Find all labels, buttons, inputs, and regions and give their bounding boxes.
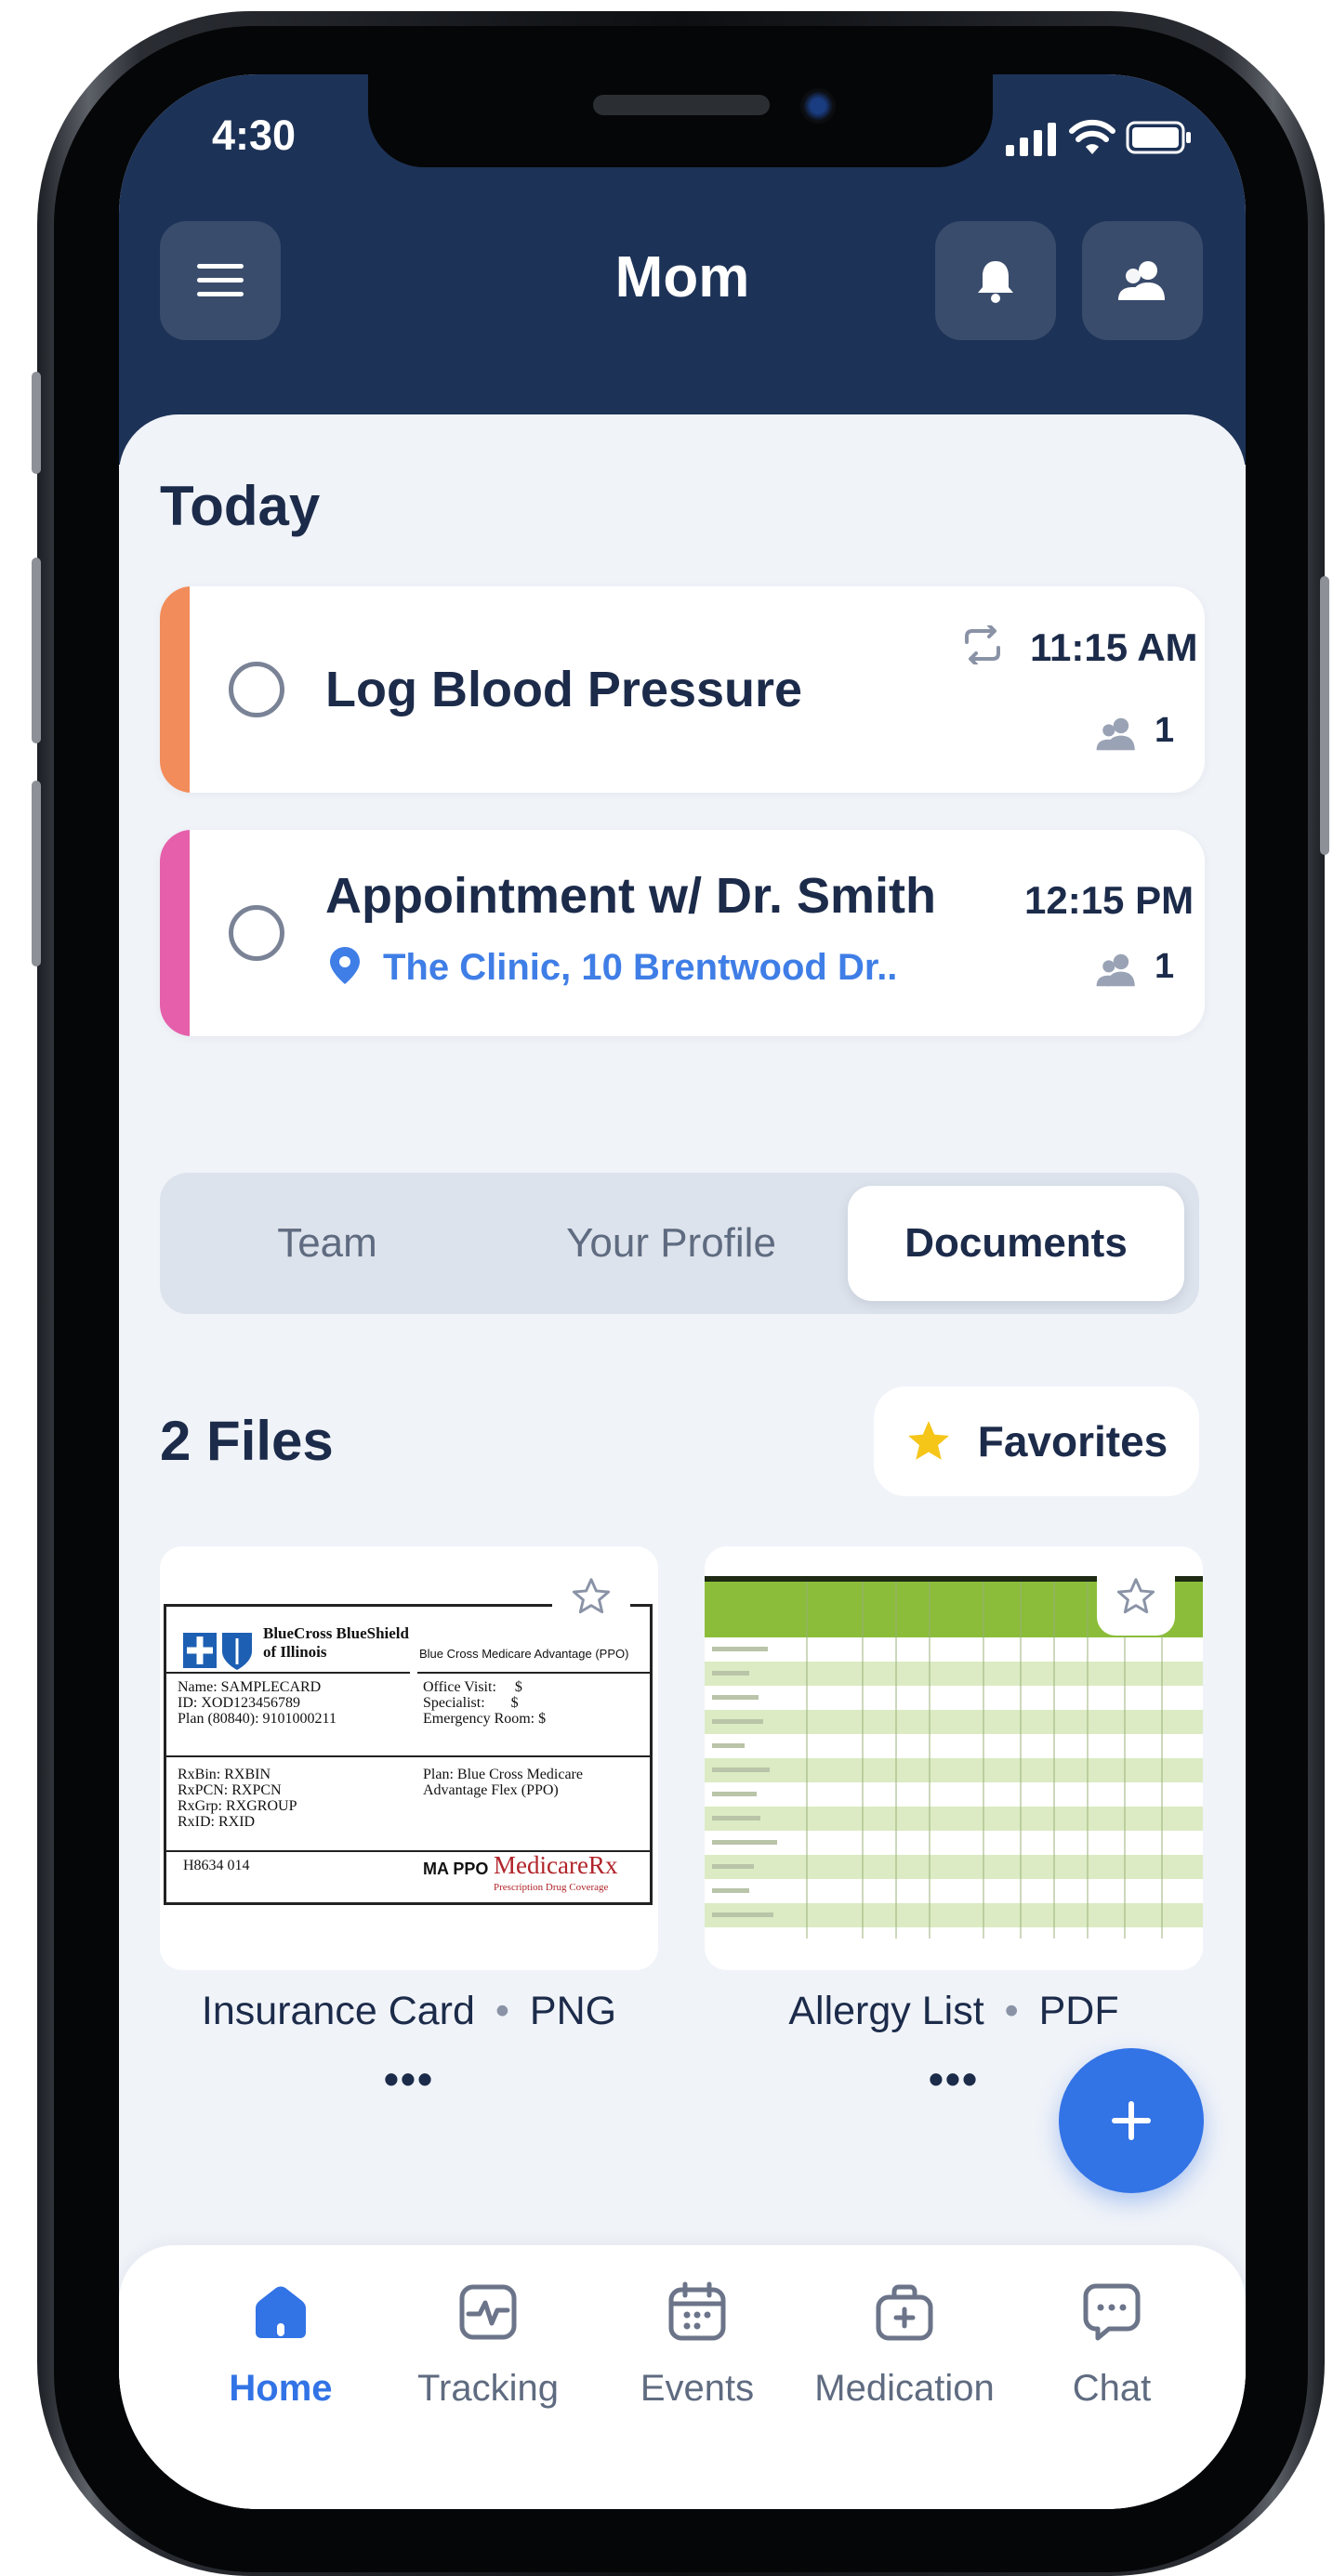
tab-team[interactable]: Team	[160, 1173, 495, 1314]
contract-number: H8634 014	[183, 1858, 250, 1873]
favorites-label: Favorites	[977, 1417, 1168, 1465]
battery-icon	[1126, 119, 1193, 161]
rx-details: RxBin: RXBIN RxPCN: RXPCN RxGrp: RXGROUP…	[178, 1767, 297, 1830]
task-complete-checkbox[interactable]	[229, 662, 284, 717]
insurance-card-preview: BlueCross BlueShield of Illinois Blue Cr…	[164, 1604, 653, 1905]
star-outline-icon	[1116, 1578, 1155, 1614]
tab-your-profile[interactable]: Your Profile	[504, 1173, 838, 1314]
bell-icon	[978, 261, 1013, 303]
ma-ppo-label: MA PPO	[423, 1860, 489, 1878]
phone-side-button	[32, 372, 41, 474]
document-type: PNG	[529, 1989, 617, 2033]
document-name: Insurance Card	[201, 1989, 475, 2033]
assignee-icon	[1095, 715, 1138, 758]
document-label: Insurance Card • PNG	[149, 1989, 669, 2034]
phone-side-button	[32, 781, 41, 966]
nav-label: Chat	[1072, 2368, 1152, 2409]
plus-icon	[1112, 2101, 1151, 2140]
copay-details: Office Visit: $ Specialist: $ Emergency …	[423, 1679, 547, 1727]
member-details: Name: SAMPLECARD ID: XOD123456789 Plan (…	[178, 1679, 337, 1727]
page-title: Mom	[614, 245, 750, 309]
nav-item-home[interactable]: Home	[178, 2267, 383, 2425]
phone-side-button	[32, 558, 41, 743]
document-thumbnail[interactable]: BlueCross BlueShield of Illinois Blue Cr…	[160, 1546, 658, 1970]
recurring-icon	[961, 624, 1004, 669]
assignee-count: 1	[1155, 947, 1175, 986]
tracking-icon	[459, 2284, 517, 2340]
nav-item-medication[interactable]: Medication	[802, 2267, 1007, 2425]
favorite-toggle-button[interactable]	[1097, 1557, 1175, 1636]
today-heading: Today	[160, 475, 321, 537]
phone-notch	[368, 74, 993, 167]
task-color-stripe	[160, 830, 190, 1036]
document-more-button[interactable]: •••	[149, 2054, 669, 2104]
bcbs-logo-icon	[181, 1627, 256, 1678]
task-time: 12:15 PM	[1024, 878, 1194, 922]
phone-screen: 4:30 Mom Today Log Blood Pressure 11:15 …	[119, 74, 1246, 2509]
assignee-icon	[1095, 951, 1138, 994]
phone-side-button	[1320, 576, 1329, 855]
nav-item-events[interactable]: Events	[595, 2267, 799, 2425]
task-color-stripe	[160, 586, 190, 793]
home-icon	[256, 2286, 306, 2338]
task-title: Appointment w/ Dr. Smith	[325, 868, 936, 924]
medicare-rx-label: MedicareRx	[494, 1851, 618, 1879]
card-divider	[166, 1672, 410, 1674]
nav-label: Home	[229, 2368, 333, 2409]
wifi-icon	[1069, 119, 1115, 161]
notifications-button[interactable]	[935, 221, 1056, 340]
favorites-button[interactable]: Favorites	[874, 1387, 1199, 1496]
document-name: Allergy List	[788, 1989, 984, 2033]
insurer-region: of Illinois	[263, 1643, 327, 1661]
insurer-name: BlueCross BlueShield	[263, 1624, 409, 1642]
chat-icon	[1083, 2283, 1141, 2341]
label-separator: •	[495, 1989, 509, 2033]
card-divider	[417, 1672, 652, 1674]
nav-item-chat[interactable]: Chat	[1010, 2267, 1214, 2425]
medkit-icon	[876, 2284, 933, 2341]
assignee-count: 1	[1155, 711, 1175, 750]
document-type: PDF	[1038, 1989, 1119, 2033]
nav-label: Events	[640, 2368, 755, 2409]
task-card[interactable]: Log Blood Pressure 11:15 AM 1	[160, 586, 1205, 793]
document-label: Allergy List • PDF	[693, 1989, 1214, 2034]
document-thumbnail[interactable]	[705, 1546, 1203, 1970]
add-document-button[interactable]	[1059, 2048, 1204, 2193]
nav-item-tracking[interactable]: Tracking	[386, 2267, 590, 2425]
cellular-signal-icon	[1004, 121, 1060, 163]
task-time: 11:15 AM	[1030, 625, 1198, 669]
label-separator: •	[1004, 1989, 1019, 2033]
task-card[interactable]: Appointment w/ Dr. Smith The Clinic, 10 …	[160, 830, 1205, 1036]
plan-details: Plan: Blue Cross Medicare Advantage Flex…	[423, 1767, 583, 1798]
status-time: 4:30	[212, 112, 297, 159]
files-count: 2 Files	[160, 1410, 334, 1472]
task-location-link[interactable]: The Clinic, 10 Brentwood Dr..	[383, 947, 897, 989]
task-complete-checkbox[interactable]	[229, 905, 284, 961]
favorite-toggle-button[interactable]	[552, 1557, 630, 1636]
tab-documents[interactable]: Documents	[848, 1186, 1184, 1301]
nav-label: Medication	[814, 2368, 995, 2409]
calendar-icon	[668, 2281, 726, 2341]
location-pin-icon	[325, 945, 364, 991]
medicare-rx-sub: Prescription Drug Coverage	[494, 1882, 609, 1893]
profile-tabs: Team Your Profile Documents	[160, 1173, 1199, 1314]
phone-camera	[800, 88, 836, 124]
nav-label: Tracking	[417, 2368, 559, 2409]
phone-speaker	[593, 95, 770, 115]
plan-name: Blue Cross Medicare Advantage (PPO)	[419, 1647, 629, 1661]
star-filled-icon	[907, 1421, 949, 1460]
task-title: Log Blood Pressure	[325, 662, 803, 717]
care-team-button[interactable]	[1082, 221, 1203, 340]
people-icon	[1118, 261, 1165, 300]
star-outline-icon	[572, 1578, 611, 1614]
card-divider	[166, 1755, 652, 1757]
